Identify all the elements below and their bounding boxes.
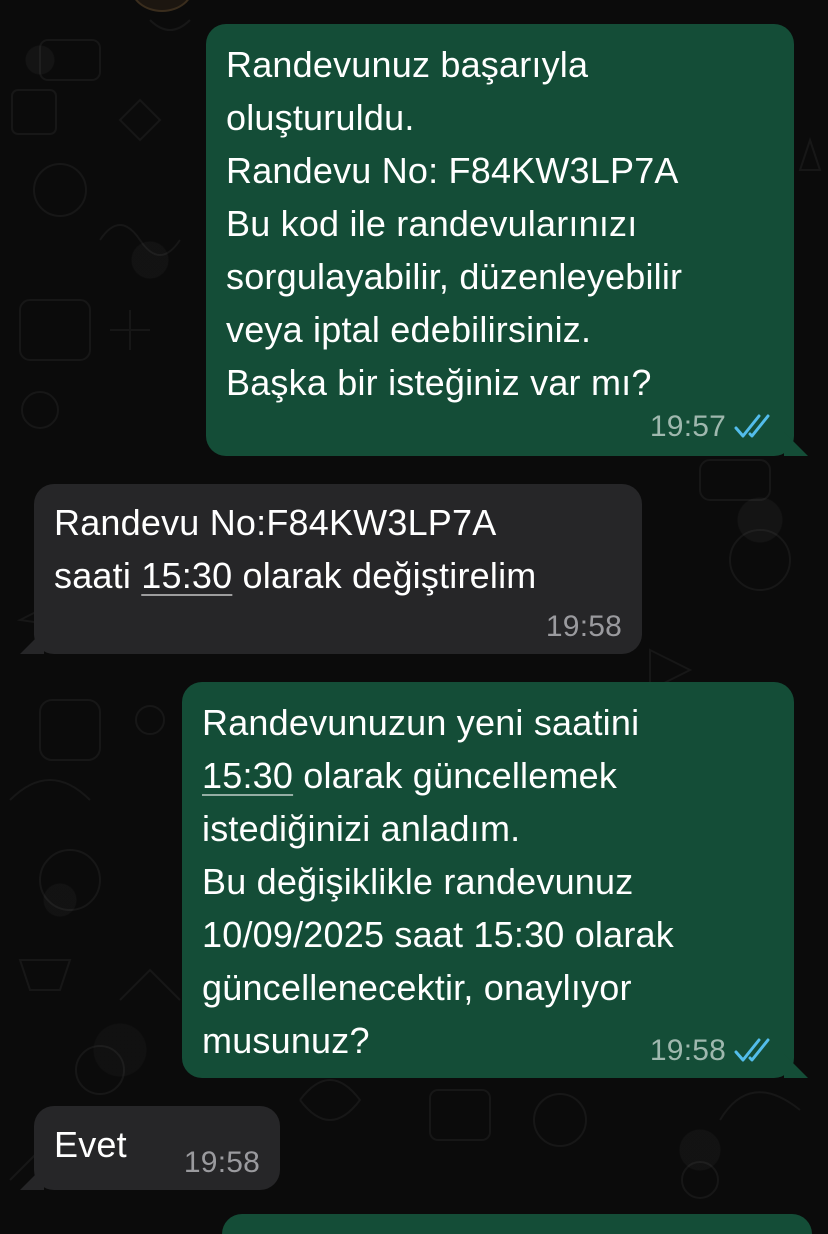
message-text: olarak değiştirelim <box>232 555 537 596</box>
message-meta: 19:58 <box>650 1036 774 1066</box>
time-link[interactable]: 15:30 <box>141 555 232 596</box>
message-text: saati <box>54 555 142 596</box>
message-time: 19:58 <box>183 1146 260 1179</box>
message-time: 19:58 <box>545 610 622 643</box>
message-time: 19:57 <box>649 410 726 443</box>
incoming-message[interactable]: Randevu No:F84KW3LP7A saati 15:30 olarak… <box>34 484 642 654</box>
message-text: olarak güncellemek <box>293 755 618 796</box>
message-text-line: Randevu No: F84KW3LP7A <box>226 150 679 191</box>
incoming-message[interactable]: Evet 19:58 <box>34 1106 280 1190</box>
outgoing-message[interactable]: Randevunuzun yeni saatini 15:30 olarak g… <box>182 682 794 1078</box>
double-check-icon <box>734 414 774 440</box>
message-text-line: Başka bir isteğiniz var mı? <box>226 362 652 403</box>
message-text-line: Randevunuz başarıyla <box>226 44 589 85</box>
message-text-line: güncellenecektir, onaylıyor <box>202 967 632 1008</box>
message-text-line: oluşturuldu. <box>226 97 415 138</box>
message-text-line: 10/09/2025 saat 15:30 olarak <box>202 914 674 955</box>
message-meta: 19:58 <box>184 1148 260 1178</box>
message-meta: 19:58 <box>546 612 622 642</box>
message-time: 19:58 <box>649 1034 726 1067</box>
message-text-line: Bu kod ile randevularınızı <box>226 203 638 244</box>
message-text-line: saati 15:30 olarak değiştirelim <box>54 549 622 602</box>
time-link[interactable]: 15:30 <box>202 755 293 796</box>
message-text-line: veya iptal edebilirsiniz. <box>226 309 592 350</box>
message-text-line: Bu değişiklikle randevunuz <box>202 861 634 902</box>
double-check-icon <box>734 1038 774 1064</box>
message-text-line: Randevu No:F84KW3LP7A <box>54 502 497 543</box>
outgoing-message[interactable]: Randevunuz başarıyla oluşturuldu. Randev… <box>206 24 794 456</box>
message-meta: 19:57 <box>650 412 774 442</box>
message-text-line: 15:30 olarak güncellemek <box>202 749 774 802</box>
message-text-line: Randevunuzun yeni saatini <box>202 702 640 743</box>
message-text-line: sorgulayabilir, düzenleyebilir <box>226 256 683 297</box>
message-text-line: istediğinizi anladım. <box>202 808 521 849</box>
next-outgoing-message-edge <box>222 1214 812 1234</box>
